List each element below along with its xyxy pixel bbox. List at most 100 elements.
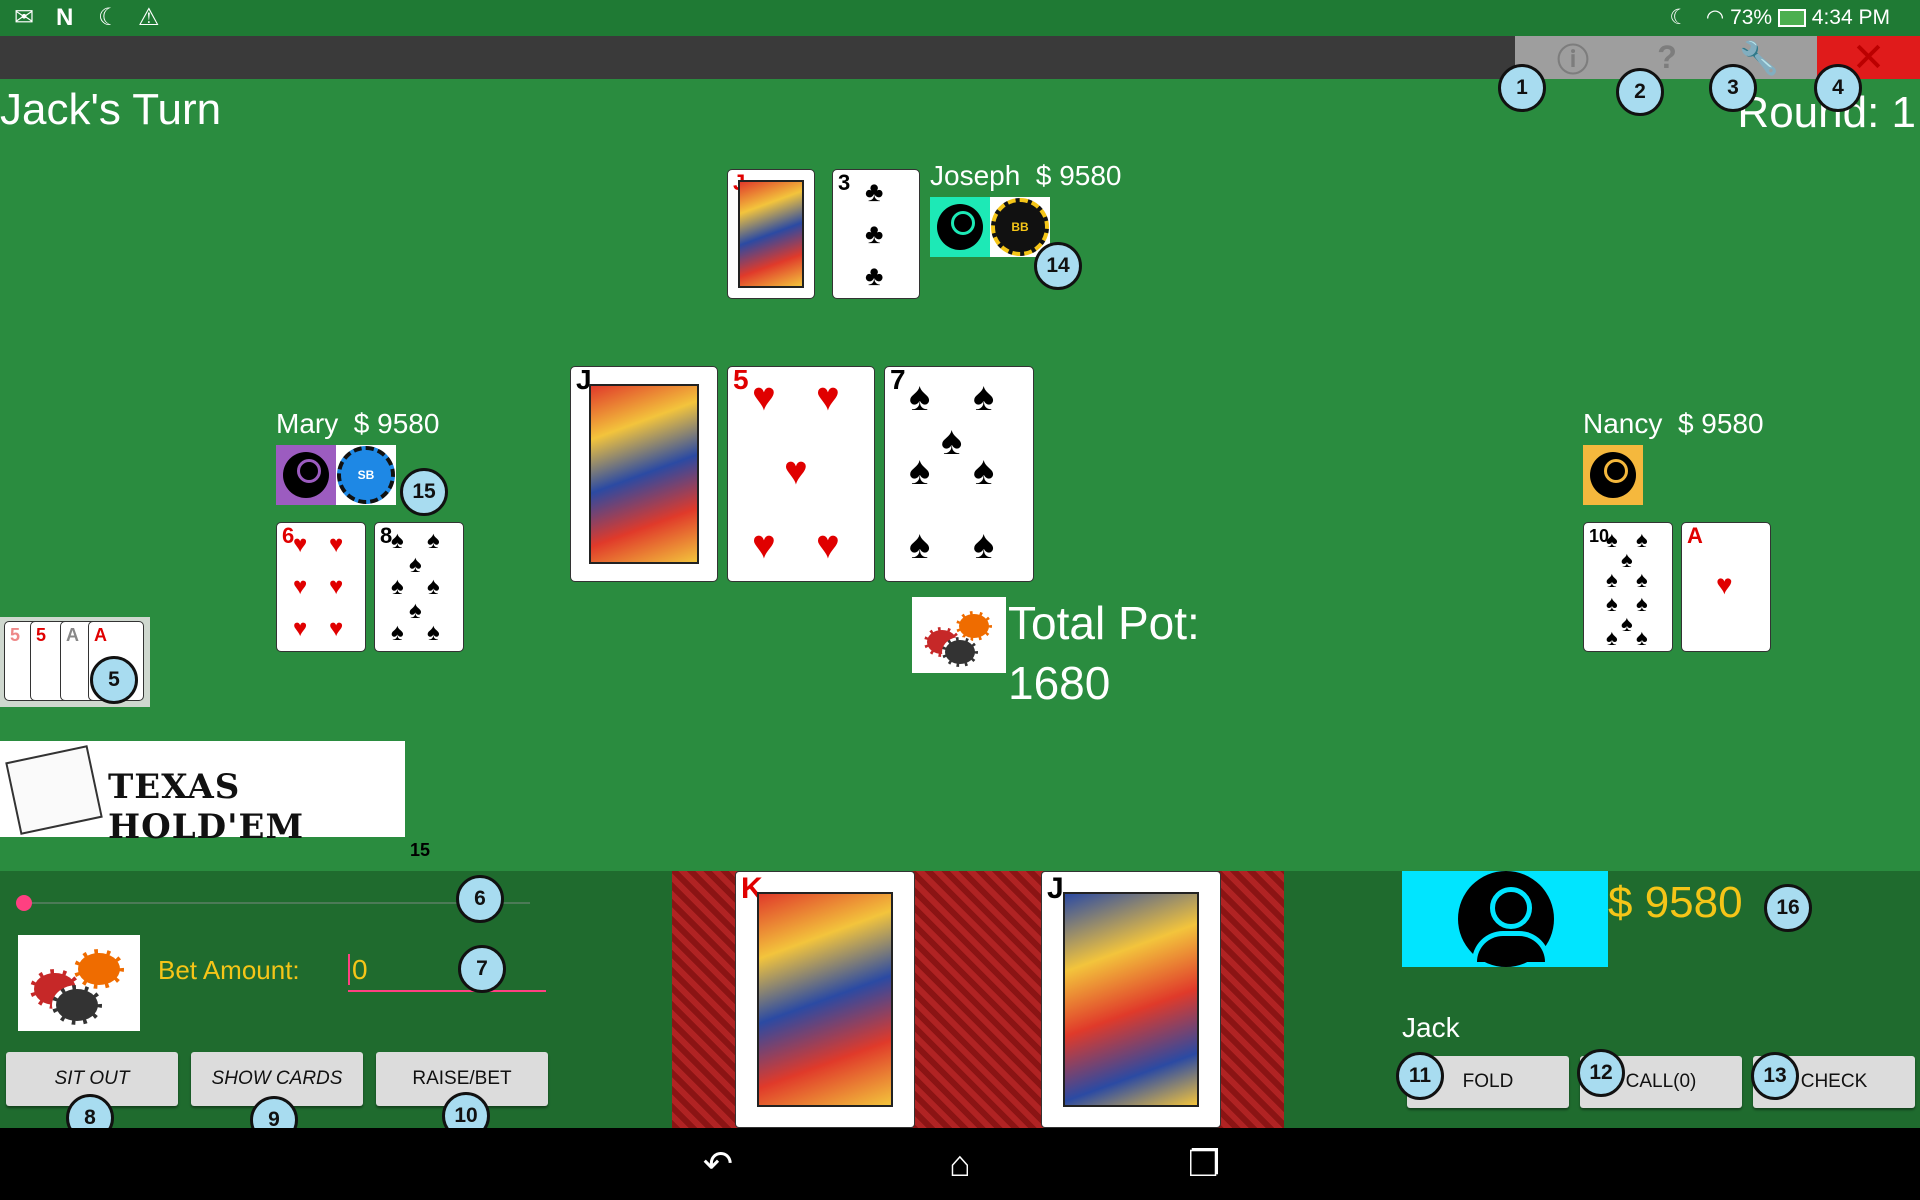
mary-avatar: [276, 445, 336, 505]
heart-icon: ♥: [816, 523, 840, 567]
wifi-icon: ◠: [1705, 6, 1725, 29]
face-card-art: [757, 892, 893, 1107]
spade-icon: ♠: [391, 527, 404, 554]
warning-icon: ⚠: [138, 4, 160, 31]
heart-icon: ♥: [816, 375, 840, 419]
player-name: Nancy: [1583, 408, 1663, 439]
bet-chips-icon: [18, 935, 140, 1031]
club-icon: ♣: [865, 176, 884, 207]
spade-icon: ♠: [1606, 591, 1618, 616]
home-icon[interactable]: ⌂: [930, 1142, 990, 1186]
jack-money: $ 9580: [1608, 878, 1743, 927]
bet-slider-thumb[interactable]: [16, 895, 32, 911]
recent-apps-icon[interactable]: ❐: [1174, 1142, 1234, 1186]
bet-amount-input[interactable]: 0: [348, 950, 546, 992]
spade-icon: ♠: [409, 597, 422, 624]
spade-icon: ♠: [973, 449, 995, 493]
battery-icon: [1777, 9, 1806, 28]
player-money: $ 9580: [1677, 408, 1764, 439]
user-icon: [283, 452, 329, 498]
clock: 4:34 PM: [1811, 6, 1890, 29]
spade-icon: ♠: [427, 573, 440, 600]
heart-icon: ♥: [329, 615, 344, 642]
spade-icon: ♠: [973, 375, 995, 419]
joseph-name-money: Joseph $ 9580: [930, 160, 1122, 192]
user-icon: [1590, 452, 1636, 498]
community-card-3: 7 ♠ ♠ ♠ ♠ ♠ ♠ ♠: [884, 366, 1034, 582]
spade-icon: ♠: [409, 551, 422, 578]
spade-icon: ♠: [1636, 625, 1648, 650]
joseph-avatar: [930, 197, 990, 257]
spade-icon: ♠: [391, 573, 404, 600]
annotation-badge: 5: [90, 656, 138, 704]
bet-amount-value: 0: [348, 954, 368, 985]
big-blind-chip: BB: [991, 198, 1049, 256]
jack-name: Jack: [1402, 1012, 1460, 1043]
moon-icon: ☾: [98, 4, 120, 31]
small-blind-chip: SB: [337, 446, 395, 504]
spade-icon: ♠: [1636, 567, 1648, 592]
card-rank: 5: [733, 366, 749, 395]
heart-icon: ♥: [293, 531, 308, 558]
spade-icon: ♠: [1621, 611, 1633, 636]
heart-icon: ♥: [329, 531, 344, 558]
spade-icon: ♠: [941, 419, 963, 463]
annotation-badge: 13: [1751, 1052, 1799, 1100]
player-money: $ 9580: [1035, 160, 1122, 191]
player-name: Joseph: [930, 160, 1021, 191]
annotation-badge: 2: [1616, 68, 1664, 116]
heart-icon: ♥: [1716, 569, 1733, 600]
annotation-badge: 12: [1577, 1049, 1625, 1097]
annotation-badge: 14: [1034, 242, 1082, 290]
slider-max-label: 15: [410, 840, 431, 860]
cards-fan-icon: [5, 745, 103, 835]
nancy-avatar: [1583, 445, 1643, 505]
heart-icon: ♥: [329, 573, 344, 600]
android-nav-bar: ↶ ⌂ ❐: [0, 1128, 1920, 1200]
turn-label: Jack's Turn: [0, 85, 222, 134]
mary-card-2: 8 ♠ ♠ ♠ ♠ ♠ ♠ ♠ ♠: [374, 522, 464, 652]
spade-icon: ♠: [973, 523, 995, 567]
player-money: $ 9580: [353, 408, 440, 439]
pot-chips-icon: [912, 597, 1006, 673]
face-card-art: [1063, 892, 1199, 1107]
info-icon[interactable]: ⓘ: [1529, 36, 1617, 79]
club-icon: ♣: [865, 260, 884, 291]
heart-icon: ♥: [293, 573, 308, 600]
card-rank: J: [1047, 872, 1064, 905]
heart-icon: ♥: [752, 375, 776, 419]
player-name: Mary: [276, 408, 339, 439]
n-icon: N: [56, 4, 74, 31]
annotation-badge: 11: [1396, 1052, 1444, 1100]
moon-icon: ☾: [1669, 6, 1689, 29]
heart-icon: ♥: [293, 615, 308, 642]
annotation-badge: 15: [400, 468, 448, 516]
total-pot: Total Pot: 1680: [1008, 593, 1200, 713]
club-icon: ♣: [865, 218, 884, 249]
mary-name-money: Mary $ 9580: [276, 408, 439, 440]
spade-icon: ♠: [1621, 547, 1633, 572]
spade-icon: ♠: [1606, 527, 1618, 552]
spade-icon: ♠: [1606, 567, 1618, 592]
annotation-badge: 6: [456, 875, 504, 923]
spade-icon: ♠: [391, 619, 404, 646]
joseph-card-1: J: [727, 169, 815, 299]
spade-icon: ♠: [1606, 625, 1618, 650]
face-card-art: [588, 384, 700, 564]
total-pot-label: Total Pot:: [1008, 597, 1200, 649]
total-pot-value: 1680: [1008, 657, 1111, 709]
bet-slider-track[interactable]: [22, 902, 530, 904]
status-bar: ✉ N ☾ ⚠ ☾ ◠ 73% 4:34 PM: [0, 0, 1920, 36]
jack-card-2: J: [1041, 871, 1221, 1128]
jack-card-1: K: [735, 871, 915, 1128]
spade-icon: ♠: [909, 449, 931, 493]
blind-chip-box: SB: [336, 445, 396, 505]
nancy-name-money: Nancy $ 9580: [1583, 408, 1764, 440]
heart-icon: ♥: [784, 449, 808, 493]
logo-text: TEXAS HOLD'EM: [108, 767, 305, 847]
status-right: ☾ ◠ 73% 4:34 PM: [1670, 4, 1890, 32]
nancy-card-1: 10 ♠ ♠ ♠ ♠ ♠ ♠ ♠ ♠ ♠ ♠: [1583, 522, 1673, 652]
nancy-card-2: A ♥: [1681, 522, 1771, 652]
user-icon: [1458, 871, 1554, 967]
back-icon[interactable]: ↶: [688, 1142, 748, 1186]
